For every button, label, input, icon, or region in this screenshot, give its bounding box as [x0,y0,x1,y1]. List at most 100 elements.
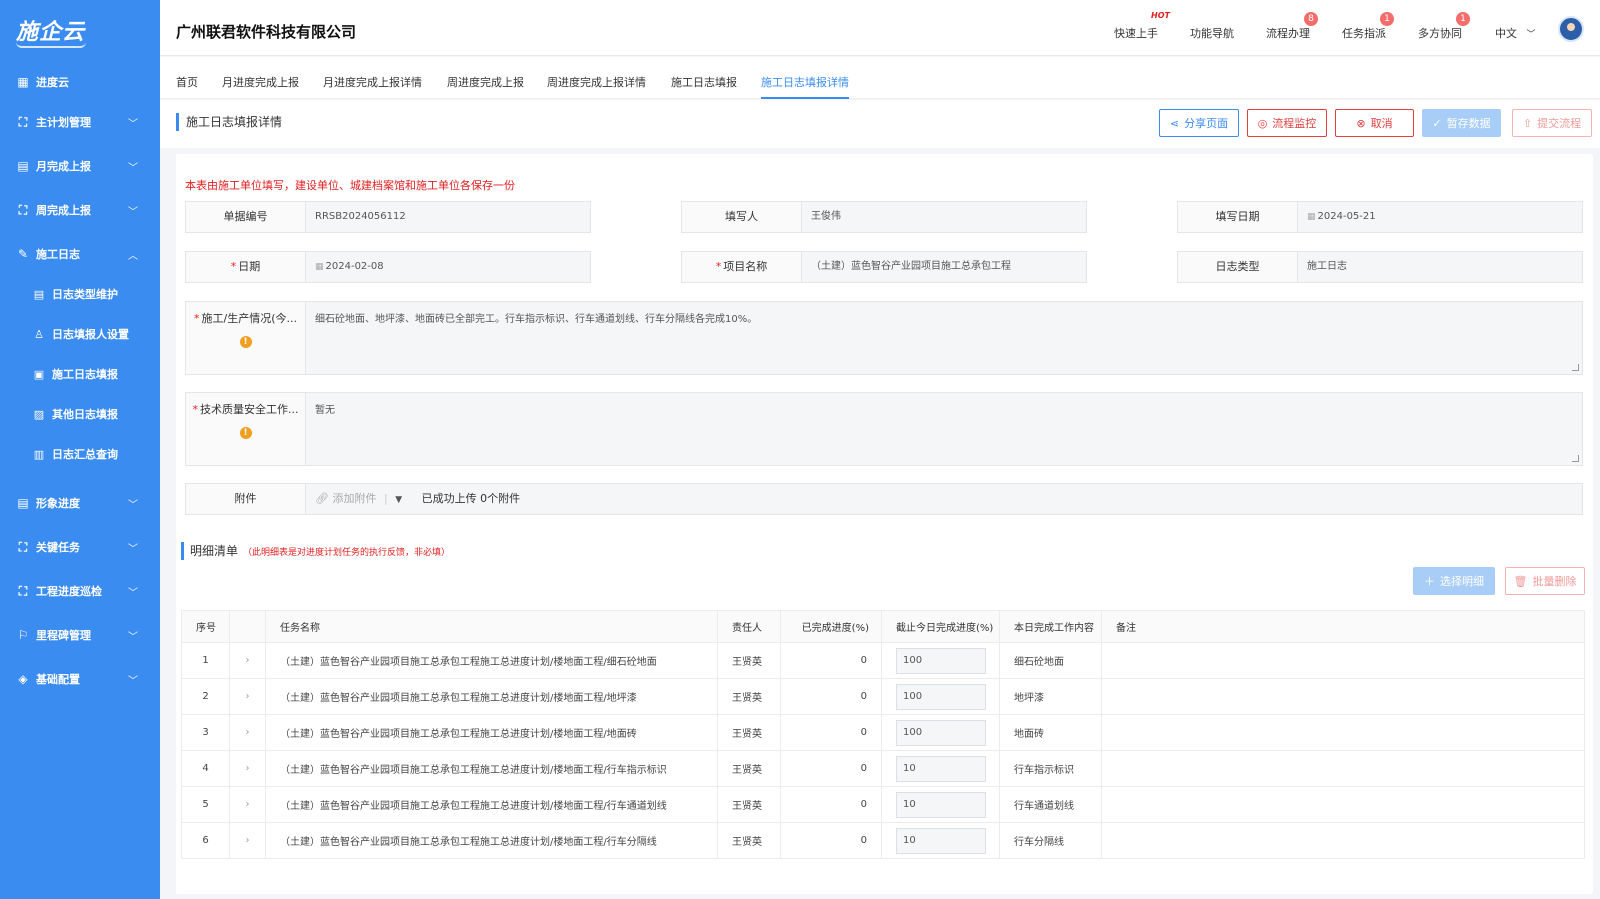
sidebar-item-log-filler[interactable]: ♙ 日志填报人设置 [0,314,160,354]
chevron-right-icon: › [245,691,250,702]
batch-delete-button[interactable]: 🗑︎ 批量删除 [1505,567,1585,595]
attachment-field: 附件 🔗︎ 添加附件 | ▼ 已成功上传 0个附件 [185,483,1583,515]
remark[interactable] [1101,750,1585,787]
table-row[interactable]: 6 › （土建）蓝色智谷产业园项目施工总承包工程施工总进度计划/楼地面工程/行车分隔… [181,822,1585,859]
logo[interactable]: 施企云 [0,0,160,62]
chevron-down-icon: ﹀ [128,587,138,599]
table-row[interactable]: 2 › （土建）蓝色智谷产业园项目施工总承包工程施工总进度计划/楼地面工程/地坪漆王… [181,678,1585,715]
doc-icon: ▣ [33,367,45,381]
tab-home[interactable]: 首页 [176,74,198,90]
expand-row-button[interactable]: › [229,714,266,751]
expand-row-button[interactable]: › [229,822,266,859]
chevron-right-icon: › [245,727,250,738]
task-name: （土建）蓝色智谷产业园项目施工总承包工程施工总进度计划/楼地面工程/行车分隔线 [265,822,718,859]
add-attachment-button[interactable]: 🔗︎ 添加附件 [315,492,376,505]
table-row[interactable]: 3 › （土建）蓝色智谷产业园项目施工总承包工程施工总进度计划/楼地面工程/地面砖王… [181,714,1585,751]
col-remark: 备注 [1101,610,1585,643]
owner: 王贤英 [717,678,781,715]
fill-date-value[interactable]: ▦ 2024-05-21 [1298,202,1582,232]
owner: 王贤英 [717,714,781,751]
expand-row-button[interactable]: › [229,642,266,679]
date-value[interactable]: ▦ 2024-02-08 [306,252,590,282]
done-progress: 0 [780,642,882,679]
language-select[interactable]: 中文 ﹀ [1495,25,1536,41]
sidebar-item-image-progress[interactable]: ▤ 形象进度 ﹀ [0,483,160,523]
remark[interactable] [1101,678,1585,715]
attachment-dropdown-icon[interactable]: ▼ [395,495,402,505]
sidebar-item-master-plan[interactable]: ⛶ 主计划管理 ﹀ [0,102,160,142]
production-textarea[interactable]: 细石砼地面、地坪漆、地面砖已全部完工。行车指示标识、行车通道划线、行车分隔线各完… [306,302,1582,374]
collab-button[interactable]: 多方协同 1 [1418,12,1470,41]
sidebar-item-log-summary[interactable]: ▥ 日志汇总查询 [0,434,160,474]
quality-textarea[interactable]: 暂无 [306,393,1582,465]
work-content: 地面砖 [999,714,1102,751]
resize-handle[interactable] [1572,364,1579,371]
sidebar-item-progress-cloud[interactable]: ▦ 进度云 [0,62,160,102]
progress-input[interactable]: 10 [896,791,986,818]
project-field: * 项目名称 （土建）蓝色智谷产业园项目施工总承包工程 [681,251,1087,283]
log-type-field: 日志类型 施工日志 [1177,251,1583,283]
avatar[interactable] [1558,16,1584,42]
project-value[interactable]: （土建）蓝色智谷产业园项目施工总承包工程 [802,252,1086,282]
expand-row-button[interactable]: › [229,750,266,787]
remark[interactable] [1101,786,1585,823]
sidebar-item-milestone[interactable]: ⚐ 里程碑管理 ﹀ [0,615,160,655]
tab-monthly-report-detail[interactable]: 月进度完成上报详情 [323,74,422,90]
process-monitor-button[interactable]: ◎ 流程监控 [1247,109,1327,137]
table-row[interactable]: 5 › （土建）蓝色智谷产业园项目施工总承包工程施工总进度计划/楼地面工程/行车通道… [181,786,1585,823]
table-row[interactable]: 4 › （土建）蓝色智谷产业园项目施工总承包工程施工总进度计划/楼地面工程/行车指示… [181,750,1585,787]
sidebar-item-key-tasks[interactable]: ⛶ 关键任务 ﹀ [0,527,160,567]
expand-row-button[interactable]: › [229,678,266,715]
progress-input[interactable]: 10 [896,827,986,854]
sidebar-item-construction-log[interactable]: ✎ 施工日志 ︿ [0,234,160,274]
doc-no-value[interactable]: RRSB2024056112 [306,202,590,232]
date-field: * 日期 ▦ 2024-02-08 [185,251,591,283]
filler-value[interactable]: 王俊伟 [802,202,1086,232]
tab-weekly-report[interactable]: 周进度完成上报 [447,74,524,90]
calendar-icon: ▦ [315,262,324,272]
table-row[interactable]: 1 › （土建）蓝色智谷产业园项目施工总承包工程施工总进度计划/楼地面工程/细石砼地… [181,642,1585,679]
resize-handle[interactable] [1572,455,1579,462]
quick-start-button[interactable]: 快速上手 HOT [1114,11,1170,41]
remark[interactable] [1101,642,1585,679]
sidebar-item-base-config[interactable]: ◈ 基础配置 ﹀ [0,659,160,699]
tab-log-fill[interactable]: 施工日志填报 [671,74,737,90]
sidebar-item-monthly-report[interactable]: ▤ 月完成上报 ﹀ [0,146,160,186]
quality-field: * 技术质量安全工作...! 暂无 [185,392,1583,466]
cancel-button[interactable]: ⊗ 取消 [1335,109,1414,137]
task-assign-button[interactable]: 任务指派 1 [1342,12,1394,41]
select-detail-button[interactable]: ＋选择明细 [1413,567,1495,595]
done-progress: 0 [780,714,882,751]
progress-input[interactable]: 100 [896,683,986,710]
sidebar-item-weekly-report[interactable]: ⛶ 周完成上报 ﹀ [0,190,160,230]
sidebar-item-log-fill[interactable]: ▣ 施工日志填报 [0,354,160,394]
work-content: 行车指示标识 [999,750,1102,787]
sidebar-item-inspection[interactable]: ⛶ 工程进度巡检 ﹀ [0,571,160,611]
remark[interactable] [1101,714,1585,751]
submit-process-button[interactable]: ⇧ 提交流程 [1512,109,1592,137]
share-page-button[interactable]: ⋖ 分享页面 [1159,109,1239,137]
process-button[interactable]: 流程办理 8 [1266,12,1318,41]
sidebar-item-other-log[interactable]: ▨ 其他日志填报 [0,394,160,434]
remark[interactable] [1101,822,1585,859]
task-name: （土建）蓝色智谷产业园项目施工总承包工程施工总进度计划/楼地面工程/行车指示标识 [265,750,718,787]
progress-input[interactable]: 100 [896,647,986,674]
done-progress: 0 [780,822,882,859]
log-type-value[interactable]: 施工日志 [1298,252,1582,282]
feature-nav-button[interactable]: 功能导航 [1190,25,1234,41]
filler-field: 填写人 王俊伟 [681,201,1087,233]
tab-weekly-report-detail[interactable]: 周进度完成上报详情 [547,74,646,90]
expand-row-button[interactable]: › [229,786,266,823]
tab-monthly-report[interactable]: 月进度完成上报 [222,74,299,90]
col-expand [229,610,266,643]
sidebar-item-log-type[interactable]: ▤ 日志类型维护 [0,274,160,314]
paperclip-icon: 🔗︎ [315,492,329,505]
progress-input[interactable]: 10 [896,755,986,782]
monitor-icon: ◎ [1257,116,1268,130]
save-draft-button[interactable]: ✓ 暂存数据 [1422,109,1501,137]
tab-log-fill-detail[interactable]: 施工日志填报详情 [761,74,849,99]
form-card: 本表由施工单位填写，建设单位、城建档案馆和施工单位各保存一份 单据编号 RRSB… [176,154,1593,894]
detail-table: 序号 任务名称 责任人 已完成进度(%) 截止今日完成进度(%) 本日完成工作内… [181,610,1585,859]
row-no: 1 [181,642,230,679]
progress-input[interactable]: 100 [896,719,986,746]
